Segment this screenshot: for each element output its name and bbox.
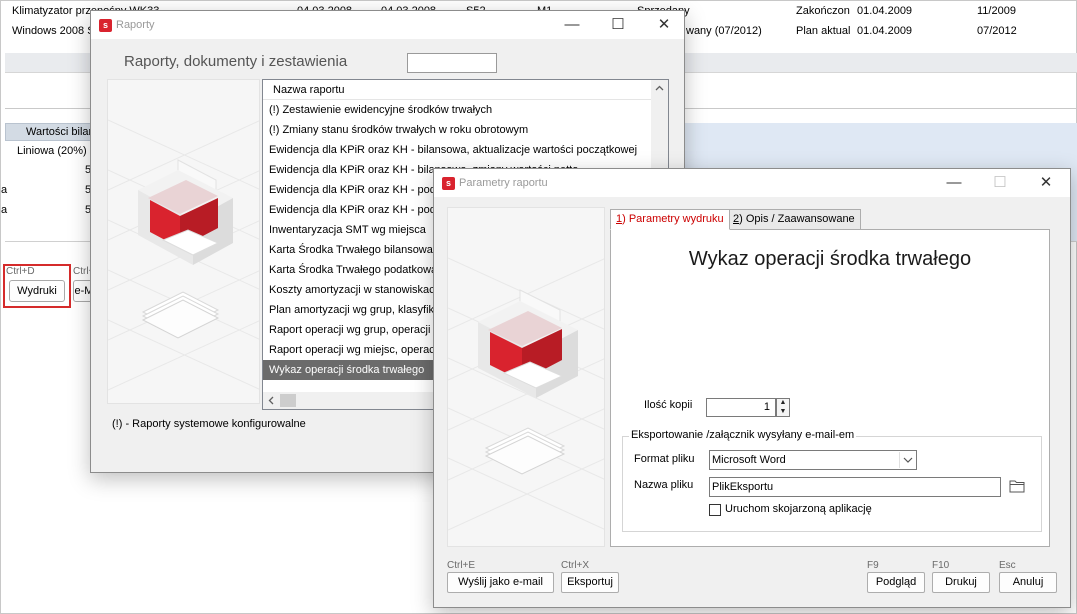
scroll-up-icon[interactable] [651, 80, 668, 97]
shortcut-hint: Esc [999, 560, 1016, 571]
export-button[interactable]: Eksportuj [561, 572, 619, 593]
minimize-button[interactable]: — [549, 11, 595, 39]
list-item[interactable]: (!) Zestawienie ewidencyjne środków trwa… [263, 100, 651, 120]
shortcut-hint: Ctrl+X [561, 560, 590, 571]
printer-illustration [447, 207, 605, 547]
printer-icon [108, 119, 259, 391]
close-button[interactable]: ✕ [1023, 169, 1069, 197]
list-header[interactable]: Nazwa raportu [263, 80, 668, 100]
folder-icon[interactable] [1009, 479, 1025, 493]
open-app-checkbox[interactable] [709, 504, 721, 516]
title-bar[interactable]: s Parametry raportu — ☐ ✕ [434, 169, 1070, 197]
group-title: Eksportowanie /załącznik wysyłany e-mail… [629, 429, 857, 441]
app-logo-icon: s [99, 19, 112, 32]
cell-status: Plan aktual [796, 25, 851, 37]
depreciation-method: Liniowa (20%) [17, 145, 87, 157]
tab-label: ) Parametry wydruku [622, 213, 724, 225]
print-button[interactable]: Drukuj [932, 572, 990, 593]
chevron-down-icon[interactable] [899, 452, 915, 468]
maximize-button: ☐ [993, 174, 1007, 191]
cancel-button[interactable]: Anuluj [999, 572, 1057, 593]
report-parameters-window: s Parametry raportu — ☐ ✕ 1) Parametry w… [433, 168, 1071, 608]
footnote: (!) - Raporty systemowe konfigurowalne [112, 418, 306, 430]
list-item[interactable]: (!) Zmiany stanu środków trwałych w roku… [263, 120, 651, 140]
copies-input[interactable]: 1 [706, 398, 776, 417]
printer-illustration [107, 79, 260, 404]
copies-label: Ilość kopii [644, 399, 693, 411]
scroll-thumb[interactable] [280, 394, 296, 407]
printer-icon [448, 257, 604, 531]
report-title: Wykaz operacji środka trwałego [688, 248, 972, 270]
list-item[interactable]: Ewidencja dla KPiR oraz KH - bilansowa, … [263, 140, 651, 160]
row-label: a [1, 184, 8, 196]
cell-status: Zakończon [796, 5, 850, 17]
tab-balance-values[interactable]: Wartości bilansowe [5, 123, 95, 141]
scroll-left-icon[interactable] [263, 392, 280, 409]
tab-panel: Wykaz operacji środka trwałego Ilość kop… [610, 229, 1050, 547]
checkbox-label: Uruchom skojarzoną aplikację [725, 503, 872, 515]
shortcut-hint: Ctrl+E [447, 560, 476, 571]
filename-input[interactable]: PlikEksportu [709, 477, 1001, 497]
send-email-button[interactable]: Wyślij jako e-mail [447, 572, 554, 593]
filename-label: Nazwa pliku [634, 479, 694, 491]
row-label: a [1, 204, 8, 216]
tab-label: ) Opis / Zaawansowane [739, 213, 855, 225]
increment-icon[interactable]: ▲ [777, 399, 789, 407]
window-title: Parametry raportu [459, 177, 548, 189]
cell-date: 01.04.2009 [857, 5, 913, 17]
preview-button[interactable]: Podgląd [867, 572, 925, 593]
list-item[interactable]: Wykaz operacji środka trwałego [263, 360, 434, 380]
format-label: Format pliku [634, 453, 695, 465]
cell-state: wany (07/2012) [686, 25, 762, 37]
close-button[interactable]: ✕ [641, 11, 687, 39]
copies-stepper[interactable]: ▲ ▼ [776, 398, 790, 417]
page-title: Raporty, dokumenty i zestawienia [124, 53, 348, 70]
window-title: Raporty [116, 19, 155, 31]
decrement-icon[interactable]: ▼ [777, 408, 789, 416]
shortcut-hint: F10 [932, 560, 950, 571]
cell-date: 01.04.2009 [857, 25, 913, 37]
print-button[interactable]: Wydruki [9, 280, 65, 302]
minimize-button[interactable]: — [931, 169, 977, 197]
tab-print-parameters[interactable]: 1) Parametry wydruku [610, 209, 730, 230]
app-logo-icon: s [442, 177, 455, 190]
cell-period: 07/2012 [977, 25, 1017, 37]
cell-period: 11/2009 [977, 5, 1016, 17]
tab-description-advanced[interactable]: 2) Opis / Zaawansowane [727, 209, 861, 230]
shortcut-hint: F9 [867, 560, 879, 571]
maximize-button[interactable]: ☐ [595, 11, 641, 39]
title-bar[interactable]: s Raporty — ☐ ✕ [91, 11, 684, 39]
format-value: Microsoft Word [712, 454, 786, 466]
format-select[interactable]: Microsoft Word [709, 450, 917, 470]
export-group: Eksportowanie /załącznik wysyłany e-mail… [622, 429, 1042, 532]
search-input[interactable] [407, 53, 497, 73]
